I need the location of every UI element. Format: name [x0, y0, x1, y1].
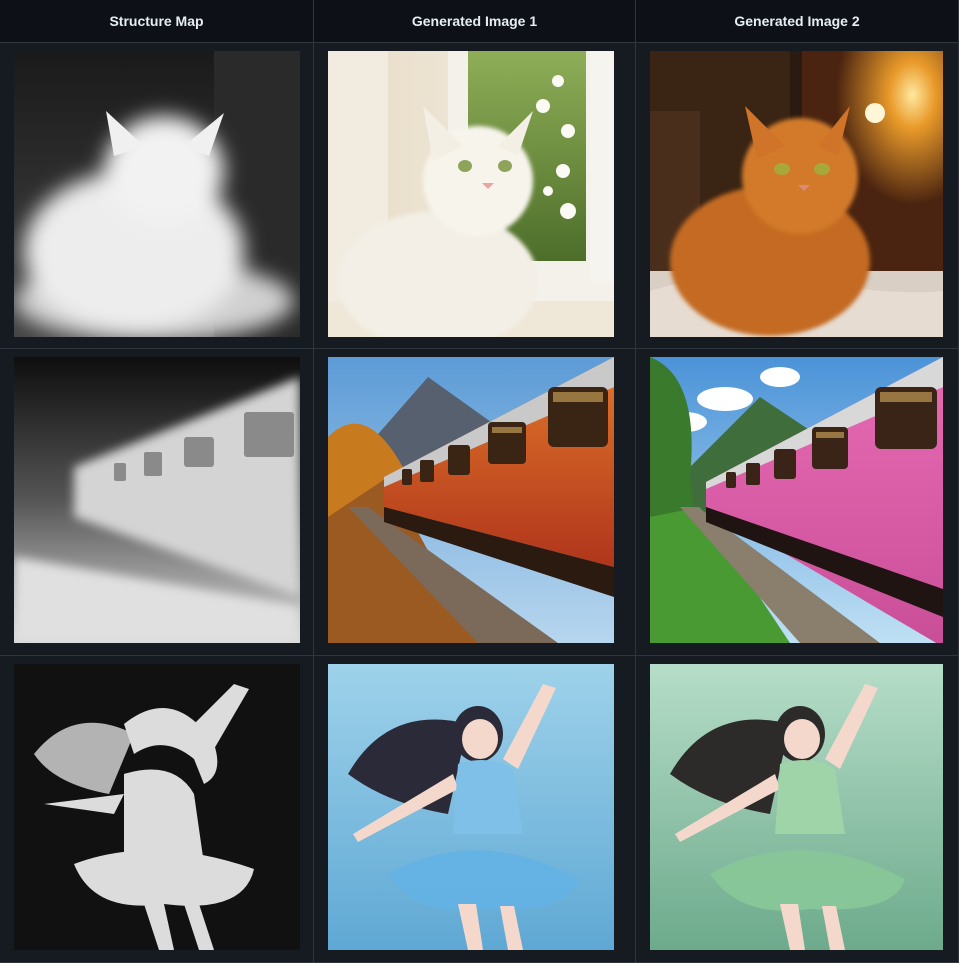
train-depth-map-image: [14, 357, 300, 643]
cell-cat-gen2: [636, 43, 959, 349]
anime-girl-blue-dress-image: [328, 664, 614, 950]
cell-dancer-gen2: [636, 656, 959, 963]
header-generated-2: Generated Image 2: [636, 0, 959, 43]
cell-cat-depth: [0, 43, 314, 349]
cell-train-gen1: [314, 349, 636, 656]
orange-cat-bed-image: [650, 51, 943, 337]
header-structure-map: Structure Map: [0, 0, 314, 43]
dancer-depth-map-image: [14, 664, 300, 950]
white-cat-window-image: [328, 51, 614, 337]
cell-dancer-depth: [0, 656, 314, 963]
cell-dancer-gen1: [314, 656, 636, 963]
cell-train-gen2: [636, 349, 959, 656]
header-generated-1: Generated Image 1: [314, 0, 636, 43]
cell-train-depth: [0, 349, 314, 656]
pink-train-summer-image: [650, 357, 943, 643]
cell-cat-gen1: [314, 43, 636, 349]
anime-girl-green-dress-image: [650, 664, 943, 950]
cat-depth-map-image: [14, 51, 300, 337]
comparison-grid: Structure Map Generated Image 1 Generate…: [0, 0, 959, 963]
orange-train-autumn-image: [328, 357, 614, 643]
